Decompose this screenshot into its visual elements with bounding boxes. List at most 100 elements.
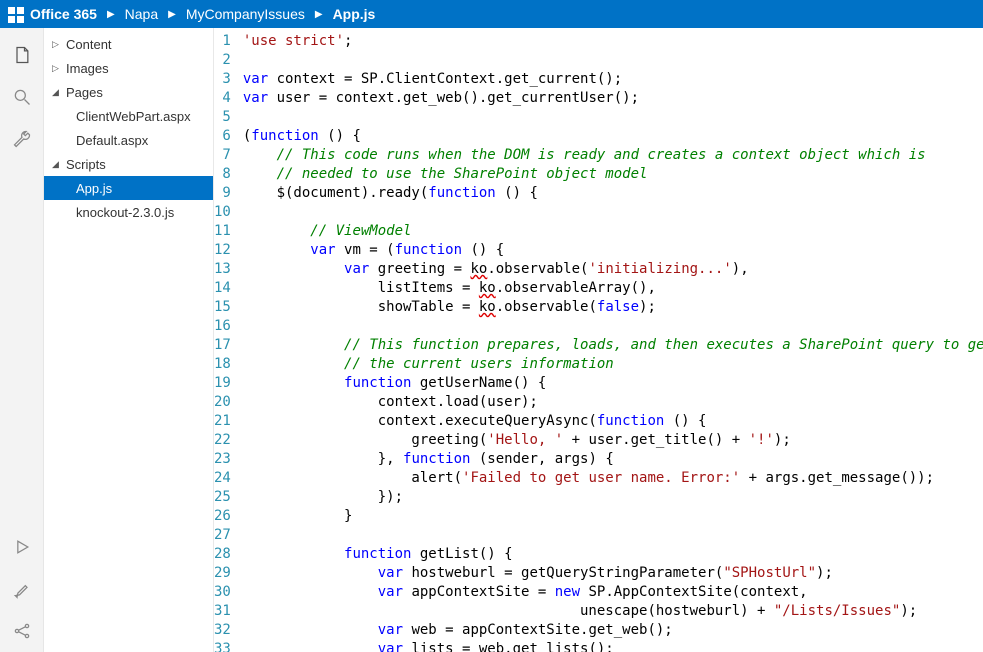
line-number: 15 (214, 298, 231, 317)
top-breadcrumb-bar: Office 365 ▶ Napa ▶ MyCompanyIssues ▶ Ap… (0, 0, 983, 28)
breadcrumb-file[interactable]: App.js (333, 6, 376, 22)
line-number: 5 (214, 108, 231, 127)
code-line[interactable]: }); (243, 488, 983, 507)
code-line[interactable]: } (243, 507, 983, 526)
code-line[interactable]: var user = context.get_web().get_current… (243, 89, 983, 108)
code-editor[interactable]: 1234567891011121314151617181920212223242… (214, 28, 983, 652)
code-line[interactable]: function getUserName() { (243, 374, 983, 393)
code-line[interactable]: // ViewModel (243, 222, 983, 241)
line-number: 25 (214, 488, 231, 507)
tree-file-label: App.js (76, 181, 112, 196)
code-line[interactable] (243, 317, 983, 336)
breadcrumb-napa[interactable]: Napa (125, 6, 158, 22)
code-line[interactable] (243, 51, 983, 70)
code-line[interactable]: context.load(user); (243, 393, 983, 412)
code-line[interactable]: unescape(hostweburl) + "/Lists/Issues"); (243, 602, 983, 621)
line-number: 30 (214, 583, 231, 602)
code-line[interactable]: 'use strict'; (243, 32, 983, 51)
code-line[interactable]: var web = appContextSite.get_web(); (243, 621, 983, 640)
line-number: 23 (214, 450, 231, 469)
tree-file[interactable]: Default.aspx (44, 128, 213, 152)
tree-file[interactable]: App.js (44, 176, 213, 200)
line-number: 29 (214, 564, 231, 583)
code-line[interactable]: // This code runs when the DOM is ready … (243, 146, 983, 165)
brand-label: Office 365 (30, 6, 97, 22)
tree-folder[interactable]: ▷Images (44, 56, 213, 80)
code-line[interactable]: var context = SP.ClientContext.get_curre… (243, 70, 983, 89)
tree-file-label: knockout-2.3.0.js (76, 205, 174, 220)
tree-folder-label: Pages (66, 85, 103, 100)
arrow-right-icon: ▷ (52, 63, 62, 74)
tree-folder-label: Content (66, 37, 112, 52)
line-number: 10 (214, 203, 231, 222)
line-number: 4 (214, 89, 231, 108)
tree-folder-label: Scripts (66, 157, 106, 172)
code-line[interactable]: function getList() { (243, 545, 983, 564)
tree-folder[interactable]: ▷ Content (44, 32, 213, 56)
chevron-right-icon: ▶ (168, 9, 176, 20)
tree-file-label: ClientWebPart.aspx (76, 109, 191, 124)
breadcrumb-project[interactable]: MyCompanyIssues (186, 6, 305, 22)
code-line[interactable]: }, function (sender, args) { (243, 450, 983, 469)
line-number: 13 (214, 260, 231, 279)
line-number: 24 (214, 469, 231, 488)
code-line[interactable]: // needed to use the SharePoint object m… (243, 165, 983, 184)
play-icon[interactable] (7, 532, 37, 562)
code-line[interactable]: context.executeQueryAsync(function () { (243, 412, 983, 431)
wrench-icon[interactable] (7, 124, 37, 154)
tree-file[interactable]: ClientWebPart.aspx (44, 104, 213, 128)
line-number: 32 (214, 621, 231, 640)
line-number: 11 (214, 222, 231, 241)
line-number: 21 (214, 412, 231, 431)
line-number: 22 (214, 431, 231, 450)
line-number: 7 (214, 146, 231, 165)
code-line[interactable]: listItems = ko.observableArray(), (243, 279, 983, 298)
line-number: 3 (214, 70, 231, 89)
code-line[interactable]: $(document).ready(function () { (243, 184, 983, 203)
share-icon[interactable] (7, 616, 37, 646)
code-line[interactable] (243, 108, 983, 127)
code-line[interactable]: alert('Failed to get user name. Error:' … (243, 469, 983, 488)
line-number: 16 (214, 317, 231, 336)
file-tree: ▷ Content ▷Images ◢ Pages ClientWebPart.aspx D… (44, 28, 214, 652)
brush-icon[interactable] (7, 574, 37, 604)
code-content[interactable]: 'use strict'; var context = SP.ClientCon… (239, 28, 983, 652)
tree-folder[interactable]: ◢ Pages (44, 80, 213, 104)
arrow-right-icon: ▷ (52, 39, 62, 50)
code-line[interactable]: // the current users information (243, 355, 983, 374)
chevron-right-icon: ▶ (315, 9, 323, 20)
line-number: 28 (214, 545, 231, 564)
line-number: 26 (214, 507, 231, 526)
code-line[interactable]: var hostweburl = getQueryStringParameter… (243, 564, 983, 583)
code-line[interactable]: // This function prepares, loads, and th… (243, 336, 983, 355)
code-line[interactable] (243, 526, 983, 545)
line-number: 31 (214, 602, 231, 621)
code-line[interactable]: (function () { (243, 127, 983, 146)
code-line[interactable] (243, 203, 983, 222)
line-number: 12 (214, 241, 231, 260)
line-number: 17 (214, 336, 231, 355)
code-line[interactable]: showTable = ko.observable(false); (243, 298, 983, 317)
search-icon[interactable] (7, 82, 37, 112)
code-line[interactable]: var appContextSite = new SP.AppContextSi… (243, 583, 983, 602)
line-number: 19 (214, 374, 231, 393)
line-number: 2 (214, 51, 231, 70)
line-number: 14 (214, 279, 231, 298)
code-line[interactable]: var lists = web.get_lists(); (243, 640, 983, 652)
code-line[interactable]: var vm = (function () { (243, 241, 983, 260)
tree-folder[interactable]: ◢ Scripts (44, 152, 213, 176)
line-number-gutter: 1234567891011121314151617181920212223242… (214, 28, 239, 652)
line-number: 20 (214, 393, 231, 412)
line-number: 27 (214, 526, 231, 545)
tree-file-label: Default.aspx (76, 133, 148, 148)
chevron-right-icon: ▶ (107, 9, 115, 20)
arrow-down-icon: ◢ (52, 159, 62, 170)
left-rail (0, 28, 44, 652)
line-number: 9 (214, 184, 231, 203)
line-number: 6 (214, 127, 231, 146)
files-icon[interactable] (7, 40, 37, 70)
code-line[interactable]: greeting('Hello, ' + user.get_title() + … (243, 431, 983, 450)
tree-file[interactable]: knockout-2.3.0.js (44, 200, 213, 224)
arrow-down-icon: ◢ (52, 87, 62, 98)
code-line[interactable]: var greeting = ko.observable('initializi… (243, 260, 983, 279)
